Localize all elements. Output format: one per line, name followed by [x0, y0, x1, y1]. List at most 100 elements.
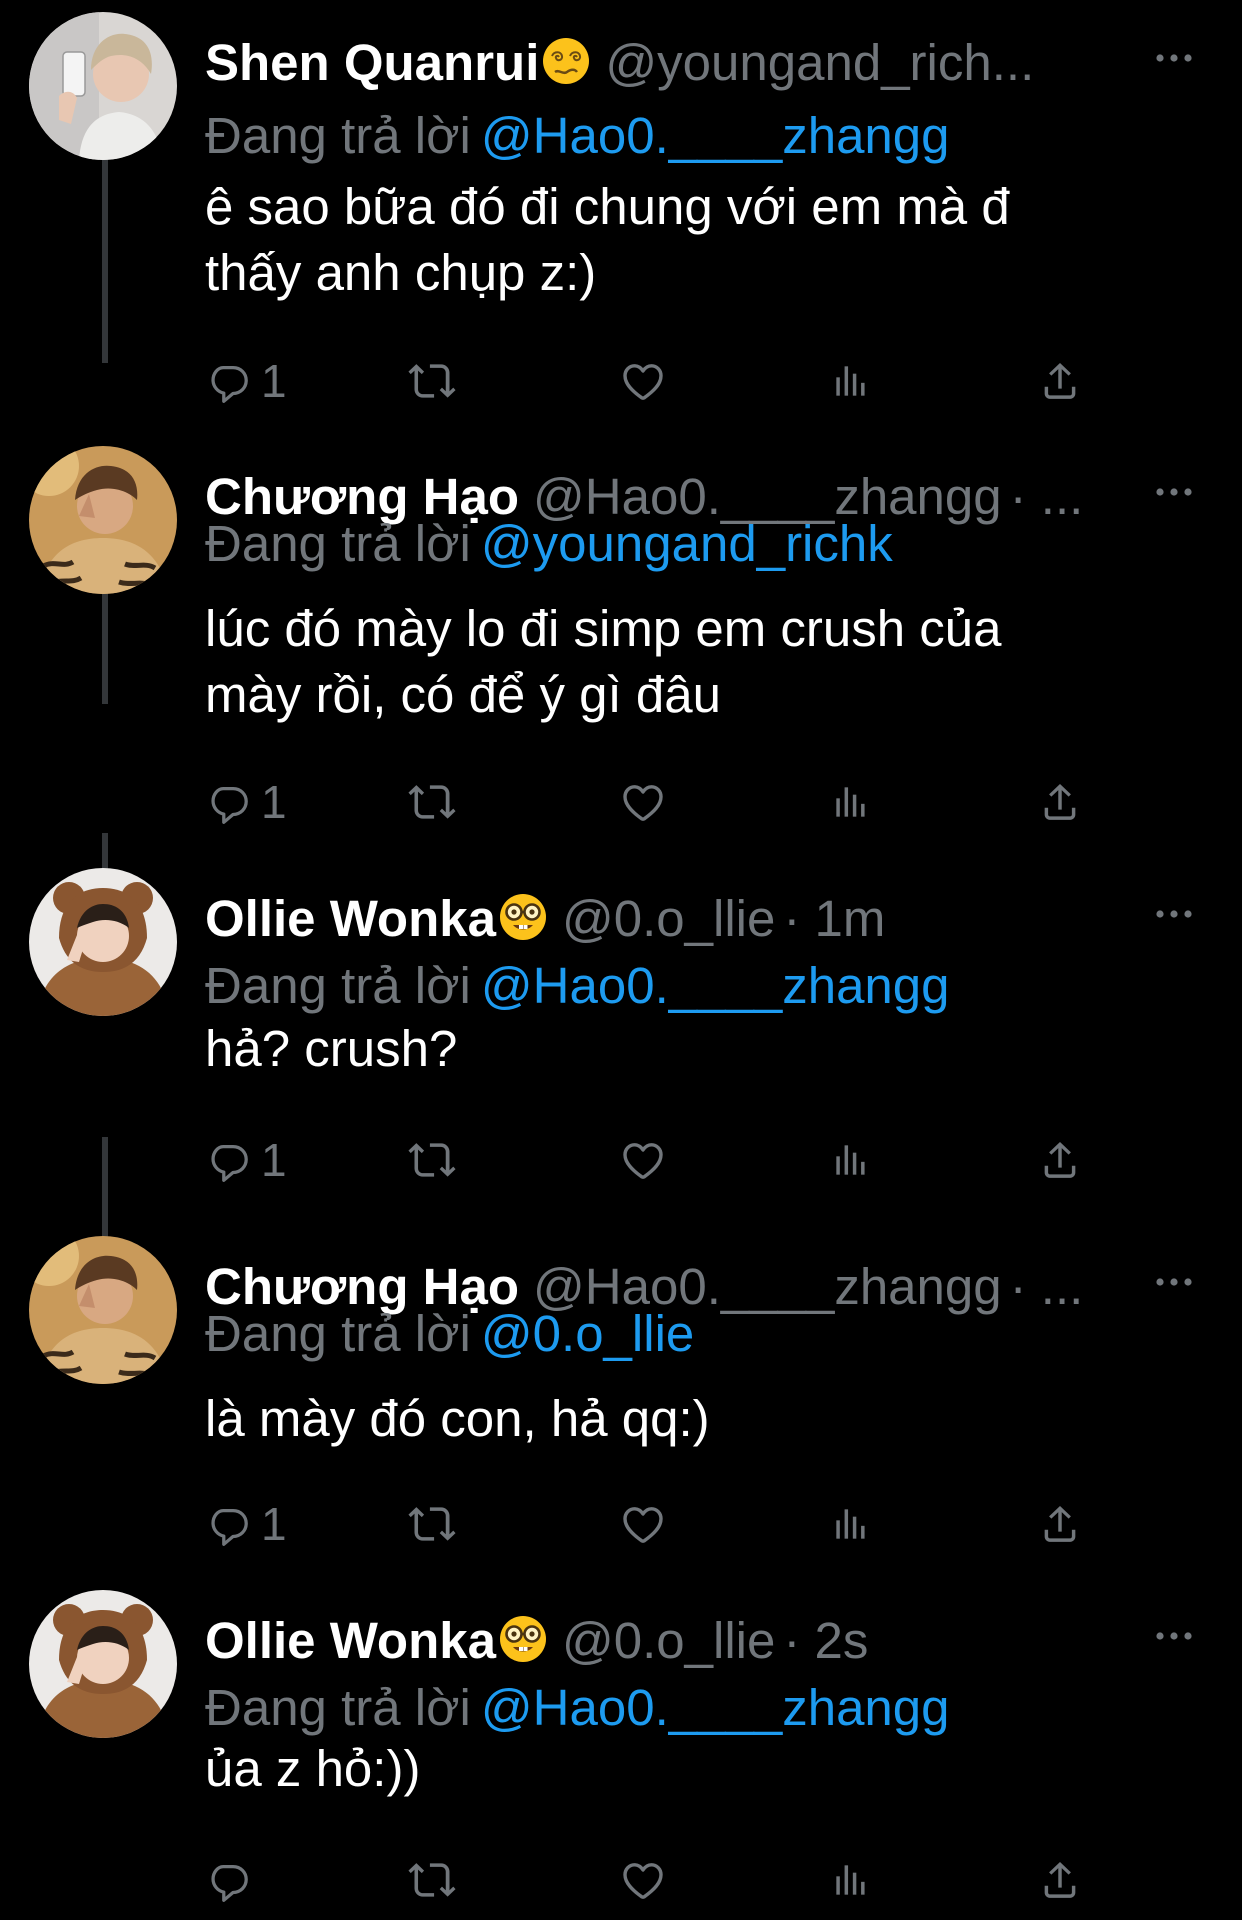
display-name[interactable]: Ollie Wonka	[205, 1612, 496, 1669]
user-handle[interactable]: @0.o_llie	[562, 1612, 775, 1669]
avatar[interactable]	[29, 446, 177, 594]
heart-icon	[619, 1500, 667, 1548]
mention-link[interactable]: @Hao0.____zhangg	[481, 107, 950, 164]
share-icon	[1037, 1501, 1083, 1547]
views-button[interactable]	[829, 1850, 873, 1910]
user-handle[interactable]: @0.o_llie	[562, 890, 775, 947]
analytics-icon	[829, 1858, 873, 1902]
reply-button[interactable]	[205, 1850, 261, 1910]
heart-icon	[619, 1136, 667, 1184]
user-handle[interactable]: @youngand_rich...	[605, 34, 1034, 91]
replying-to-label: Đang trả lời	[205, 515, 471, 572]
reply-count: 1	[261, 776, 287, 828]
tweet-header: Ollie Wonka @0.o_llie · 2s	[205, 1606, 1142, 1676]
share-button[interactable]	[1037, 1130, 1083, 1190]
woozy-face-emoji	[541, 36, 591, 86]
replying-to-label: Đang trả lời	[205, 1305, 471, 1362]
reply-icon	[205, 1857, 251, 1903]
tweet-text: hả? crush?	[205, 1020, 458, 1077]
retweet-button[interactable]	[407, 1850, 457, 1910]
share-button[interactable]	[1037, 351, 1083, 411]
views-button[interactable]	[829, 1494, 873, 1554]
tweet-text: ủa z hỏ:))	[205, 1740, 421, 1797]
retweet-button[interactable]	[407, 1494, 457, 1554]
reply-button[interactable]: 1	[205, 1130, 287, 1190]
like-button[interactable]	[619, 1850, 667, 1910]
more-icon[interactable]	[1150, 894, 1198, 934]
replying-to-label: Đang trả lời	[205, 107, 471, 164]
share-icon	[1037, 1857, 1083, 1903]
retweet-button[interactable]	[407, 351, 457, 411]
reply-icon	[205, 358, 251, 404]
analytics-icon	[829, 1502, 873, 1546]
heart-icon	[619, 778, 667, 826]
replying-to: Đang trả lời @youngand_richk	[205, 512, 893, 576]
like-button[interactable]	[619, 351, 667, 411]
mention-link[interactable]: @Hao0.____zhangg	[481, 1679, 950, 1736]
action-bar: 1	[205, 1130, 1105, 1190]
heart-icon	[619, 357, 667, 405]
reply-icon	[205, 779, 251, 825]
share-button[interactable]	[1037, 1850, 1083, 1910]
share-icon	[1037, 779, 1083, 825]
retweet-icon	[407, 1135, 457, 1185]
nerd-face-emoji	[498, 1614, 548, 1664]
tweet-meta: · ...	[1009, 468, 1084, 525]
retweet-button[interactable]	[407, 1130, 457, 1190]
reply-button[interactable]: 1	[205, 351, 287, 411]
tweet-text: là mày đó con, hả qq:)	[205, 1390, 710, 1447]
analytics-icon	[829, 780, 873, 824]
mention-link[interactable]: @youngand_richk	[481, 515, 893, 572]
like-button[interactable]	[619, 1130, 667, 1190]
display-name[interactable]: Ollie Wonka	[205, 890, 496, 947]
views-button[interactable]	[829, 1130, 873, 1190]
reply-icon	[205, 1501, 251, 1547]
avatar[interactable]	[29, 1590, 177, 1738]
thread-line	[102, 150, 108, 363]
replying-to: Đang trả lời @Hao0.____zhangg	[205, 954, 950, 1018]
retweet-icon	[407, 1499, 457, 1549]
replying-to-label: Đang trả lời	[205, 957, 471, 1014]
tweet-header: Ollie Wonka @0.o_llie · 1m	[205, 884, 1142, 954]
share-icon	[1037, 1137, 1083, 1183]
action-bar: 1	[205, 1494, 1105, 1554]
replying-to: Đang trả lời @Hao0.____zhangg	[205, 104, 950, 168]
tweet-text: ê sao bữa đó đi chung với em mà đ thấy a…	[205, 178, 1010, 301]
reply-count: 1	[261, 1498, 287, 1550]
analytics-icon	[829, 359, 873, 403]
more-icon[interactable]	[1150, 472, 1198, 512]
views-button[interactable]	[829, 351, 873, 411]
mention-link[interactable]: @Hao0.____zhangg	[481, 957, 950, 1014]
reply-button[interactable]: 1	[205, 1494, 287, 1554]
tweet-meta: · 1m	[783, 890, 886, 947]
reply-button[interactable]: 1	[205, 772, 287, 832]
avatar[interactable]	[29, 868, 177, 1016]
share-button[interactable]	[1037, 772, 1083, 832]
avatar[interactable]	[29, 12, 177, 160]
like-button[interactable]	[619, 1494, 667, 1554]
more-icon[interactable]	[1150, 1262, 1198, 1302]
action-bar: 1	[205, 772, 1105, 832]
tweet-meta: · 2s	[783, 1612, 869, 1669]
reply-count: 1	[261, 355, 287, 407]
action-bar	[205, 1850, 1105, 1910]
reply-icon	[205, 1137, 251, 1183]
nerd-face-emoji	[498, 892, 548, 942]
retweet-icon	[407, 356, 457, 406]
avatar[interactable]	[29, 1236, 177, 1384]
mention-link[interactable]: @0.o_llie	[481, 1305, 694, 1362]
replying-to-label: Đang trả lời	[205, 1679, 471, 1736]
reply-count: 1	[261, 1134, 287, 1186]
more-icon[interactable]	[1150, 1616, 1198, 1656]
retweet-button[interactable]	[407, 772, 457, 832]
like-button[interactable]	[619, 772, 667, 832]
display-name[interactable]: Shen Quanrui	[205, 34, 539, 91]
replying-to: Đang trả lời @0.o_llie	[205, 1302, 694, 1366]
retweet-icon	[407, 777, 457, 827]
more-icon[interactable]	[1150, 38, 1198, 78]
retweet-icon	[407, 1855, 457, 1905]
tweet-meta: · ...	[1009, 1258, 1084, 1315]
share-button[interactable]	[1037, 1494, 1083, 1554]
views-button[interactable]	[829, 772, 873, 832]
analytics-icon	[829, 1138, 873, 1182]
